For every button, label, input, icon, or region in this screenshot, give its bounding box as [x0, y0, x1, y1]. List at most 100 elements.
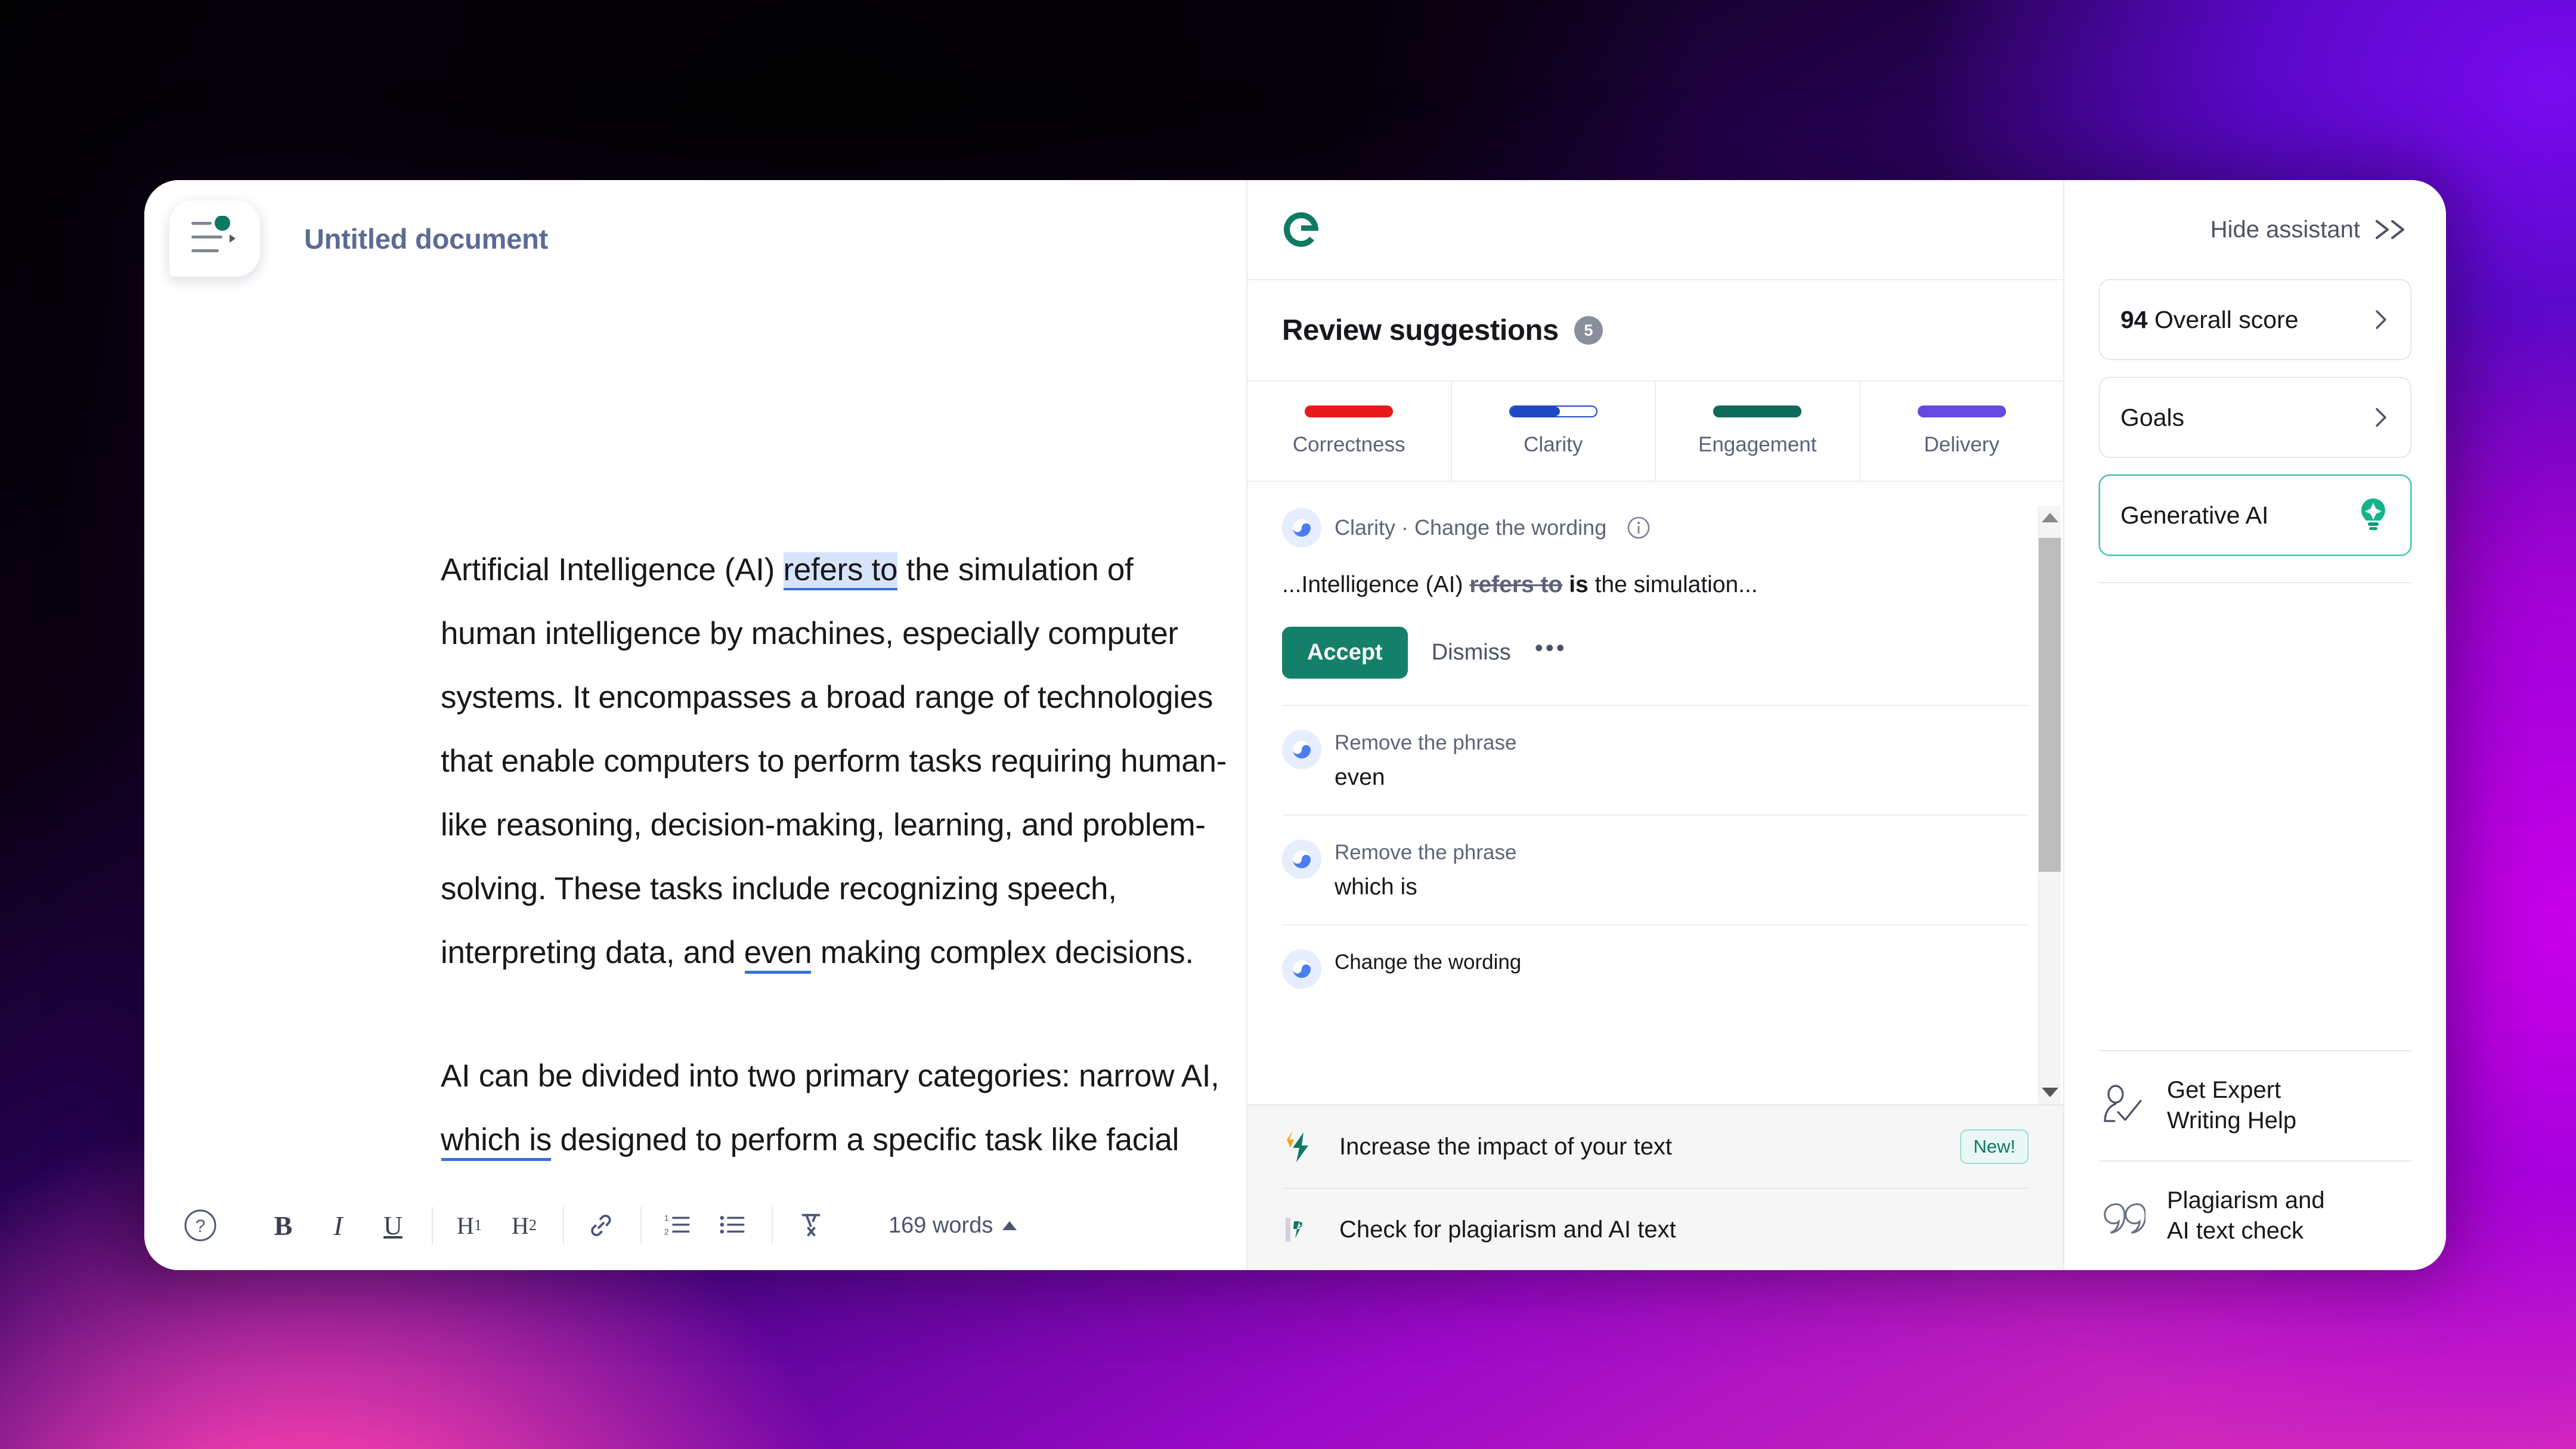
h2-letter: H: [512, 1212, 529, 1239]
assistant-title: Review suggestions: [1282, 314, 1559, 346]
increase-impact-row[interactable]: Increase the impact of your text New!: [1247, 1106, 2063, 1188]
chevron-right-icon: [2372, 404, 2390, 431]
overall-score-card[interactable]: 94 Overall score: [2099, 279, 2411, 360]
help-icon[interactable]: ?: [184, 1209, 217, 1242]
suggestion-list-item-1[interactable]: Remove the phrase even: [1247, 706, 2063, 815]
list-item-phrase: even: [1335, 764, 1385, 790]
chevron-double-right-icon: [2372, 216, 2411, 243]
list-item-category: Remove the phrase: [1335, 730, 1517, 754]
doc-text: AI can be divided into two primary categ…: [441, 1058, 1219, 1094]
heading-1-button[interactable]: H1: [456, 1202, 483, 1249]
plagiarism-check-row[interactable]: ” Check for plagiarism and AI text: [1247, 1189, 2063, 1270]
correctness-progress-bar: [1305, 405, 1394, 417]
suggestions-scrollbar[interactable]: [2038, 506, 2061, 1104]
ordered-list-button[interactable]: 1 2: [664, 1202, 692, 1249]
clear-formatting-button[interactable]: [795, 1202, 826, 1249]
sidebar-divider: [2099, 582, 2411, 583]
more-options-button[interactable]: •••: [1535, 635, 1567, 670]
list-item-category: Change the wording: [1335, 950, 1522, 974]
tab-label: Clarity: [1524, 433, 1583, 456]
tab-delivery[interactable]: Delivery: [1860, 382, 2064, 481]
doc-text: making complex decisions.: [812, 935, 1194, 970]
expert-writing-help-item[interactable]: Get Expert Writing Help: [2099, 1051, 2411, 1160]
doc-text: Artificial Intelligence (AI): [441, 552, 784, 587]
ordered-list-icon: 1 2: [664, 1213, 690, 1236]
italic-button[interactable]: I: [324, 1202, 352, 1249]
generative-ai-label: Generative AI: [2120, 501, 2269, 529]
clarity-dot-icon: [1282, 949, 1321, 989]
document-body[interactable]: Artificial Intelligence (AI) refers to t…: [441, 538, 1234, 1236]
suggestion-category-label: Clarity · Change the wording: [1335, 515, 1607, 540]
suggestion-category-row: Clarity · Change the wording: [1282, 508, 2029, 547]
dismiss-button[interactable]: Dismiss: [1432, 640, 1511, 665]
grammarly-logo-icon[interactable]: [1282, 210, 1320, 249]
goals-label: Goals: [2120, 403, 2185, 431]
expert-writing-help-label: Get Expert Writing Help: [2167, 1075, 2296, 1136]
scroll-up-arrow[interactable]: [2039, 506, 2061, 530]
suggestion-highlight-refers-to[interactable]: refers to: [783, 552, 898, 588]
expert-writer-icon: [2099, 1084, 2145, 1127]
h2-subscript: 2: [528, 1216, 537, 1234]
sidebar-bottom-section: Get Expert Writing Help Plagiarism and A…: [2099, 1050, 2411, 1270]
list-item-text: Remove the phrase which is: [1335, 841, 1516, 900]
bold-button[interactable]: B: [270, 1202, 297, 1249]
h1-subscript: 1: [473, 1216, 482, 1234]
chevron-right-icon: [2372, 306, 2390, 333]
new-badge: New!: [1960, 1129, 2029, 1164]
tab-correctness[interactable]: Correctness: [1247, 382, 1452, 481]
tab-clarity[interactable]: Clarity: [1452, 382, 1656, 481]
overall-score-value: 94: [2120, 305, 2148, 333]
toolbar-divider: [563, 1207, 564, 1244]
suggestion-underline-even[interactable]: even: [744, 935, 812, 971]
formatting-toolbar: ? B I U H1 H2 1 2 169 words: [144, 1181, 1246, 1270]
assistant-sidebar: Hide assistant 94 Overall score Goals Ge…: [2063, 180, 2446, 1270]
lightbulb-sparkle-icon: [2357, 496, 2390, 535]
suggestion-list-item-3[interactable]: Change the wording: [1247, 925, 2063, 1013]
scrollbar-thumb[interactable]: [2039, 538, 2061, 872]
label-line-1: Get Expert: [2167, 1077, 2281, 1104]
clarity-dot-icon: [1282, 729, 1321, 769]
overall-score-text: Overall score: [2154, 305, 2299, 333]
clarity-dot-icon: [1282, 508, 1321, 547]
suggestion-underline-which-is[interactable]: which is: [441, 1122, 552, 1158]
suggestions-list: Clarity · Change the wording ...Intellig…: [1247, 482, 2063, 1013]
tab-engagement[interactable]: Engagement: [1656, 382, 1860, 481]
assistant-logo-row: [1247, 180, 2063, 280]
list-item-text: Remove the phrase even: [1335, 731, 1516, 791]
bulleted-list-button[interactable]: [719, 1202, 747, 1249]
suggestion-count-badge: 5: [1574, 316, 1603, 345]
review-suggestions-header: Review suggestions 5: [1247, 280, 2063, 382]
goals-card[interactable]: Goals: [2099, 377, 2411, 458]
assistant-pane: Review suggestions 5 Correctness Clarity…: [1246, 180, 2063, 1270]
label-line-2: Writing Help: [2167, 1107, 2297, 1134]
document-chip-button[interactable]: [169, 200, 260, 277]
grammarly-editor-window: Untitled document Artificial Intelligenc…: [144, 180, 2446, 1270]
heading-2-button[interactable]: H2: [510, 1202, 538, 1249]
scroll-down-arrow[interactable]: [2039, 1080, 2061, 1104]
delivery-progress-bar: [1917, 405, 2006, 417]
triangle-up-icon: [2041, 513, 2058, 522]
word-count-button[interactable]: 169 words: [888, 1213, 1017, 1239]
preview-suffix: the simulation...: [1588, 572, 1758, 597]
suggestions-scroll-region: Clarity · Change the wording ...Intellig…: [1247, 482, 2063, 1104]
toolbar-divider: [772, 1207, 773, 1244]
quote-icon: ”: [1282, 1213, 1315, 1246]
generative-ai-card[interactable]: Generative AI: [2099, 475, 2411, 556]
document-lines-icon: [191, 216, 236, 252]
tab-label: Engagement: [1698, 433, 1817, 456]
link-button[interactable]: [587, 1202, 615, 1249]
hide-assistant-button[interactable]: Hide assistant: [2099, 180, 2411, 279]
footer-label: Check for plagiarism and AI text: [1339, 1216, 1676, 1243]
clear-format-icon: [801, 1213, 821, 1237]
bulleted-list-icon: [720, 1216, 745, 1234]
info-icon[interactable]: [1627, 516, 1651, 540]
accept-button[interactable]: Accept: [1282, 626, 1408, 679]
suggestion-list-item-2[interactable]: Remove the phrase which is: [1247, 816, 2063, 924]
doc-text: the simulation of human intelligence by …: [441, 552, 1227, 970]
plagiarism-ai-check-item[interactable]: Plagiarism and AI text check: [2099, 1162, 2411, 1270]
label-line-1: Plagiarism and: [2167, 1187, 2325, 1213]
preview-struck-text: refers to: [1469, 572, 1563, 597]
h1-letter: H: [457, 1212, 474, 1239]
underline-button[interactable]: U: [379, 1202, 407, 1249]
tab-label: Delivery: [1924, 433, 1999, 456]
